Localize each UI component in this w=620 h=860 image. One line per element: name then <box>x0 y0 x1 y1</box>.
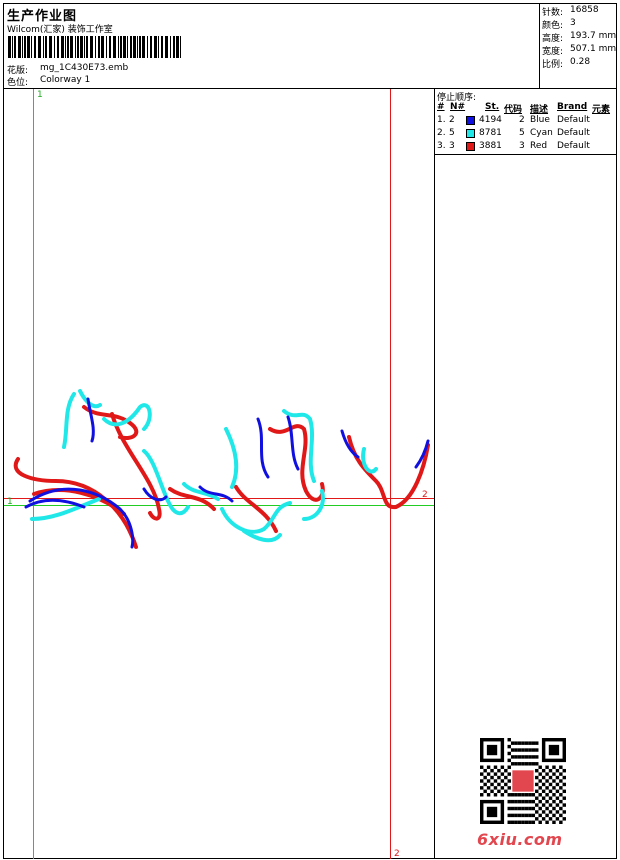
col-header-index: # <box>437 102 445 112</box>
col-header-element: 元素 <box>592 105 611 115</box>
col-header-code: 代码 <box>504 105 523 115</box>
row-stitches: 8781 <box>479 128 502 138</box>
top-green-marker: 1 <box>37 90 43 100</box>
row-needle: 3 <box>449 141 455 151</box>
bottom-red-marker: 2 <box>394 849 400 859</box>
qr-code-icon <box>480 738 566 824</box>
col-header-desc: 描述 <box>530 105 549 115</box>
site-watermark: 6xiu.com <box>477 830 563 849</box>
row-desc: Cyan <box>530 128 553 138</box>
row-needle: 5 <box>449 128 455 138</box>
width-label: 宽度: <box>542 47 564 57</box>
scale-label: 比例: <box>542 60 564 70</box>
row-brand: Default <box>557 128 590 138</box>
row-brand: Default <box>557 141 590 151</box>
left-green-marker: 1 <box>7 497 13 507</box>
stitch-count-value: 16858 <box>570 5 599 15</box>
col-header-brand: Brand <box>557 102 588 112</box>
color-count-value: 3 <box>570 18 576 28</box>
row-stitches: 3881 <box>479 141 502 151</box>
width-value: 507.1 mm <box>570 44 617 54</box>
stitch-count-label: 针数: <box>542 8 564 18</box>
table-row: 3. 3 3881 3 Red Default <box>435 141 617 154</box>
colorway-label: 色位: <box>7 78 29 88</box>
row-brand: Default <box>557 115 590 125</box>
row-index: 1. <box>437 115 446 125</box>
colorway-value: Colorway 1 <box>40 75 91 85</box>
barcode-icon <box>8 36 181 58</box>
col-header-needle: N# <box>450 102 466 112</box>
row-needle: 2 <box>449 115 455 125</box>
red-stitch-layer <box>13 405 430 549</box>
row-index: 2. <box>437 128 446 138</box>
right-red-marker: 2 <box>422 490 428 500</box>
embroidery-design-preview: 1 1 2 2 <box>4 89 434 859</box>
scale-value: 0.28 <box>570 57 591 67</box>
cyan-stitch-layer <box>30 389 378 543</box>
panel-divider <box>434 89 435 859</box>
row-code: 2 <box>519 115 525 125</box>
row-desc: Red <box>530 141 548 151</box>
color-swatch <box>466 116 475 125</box>
row-stitches: 4194 <box>479 115 502 125</box>
table-row: 2. 5 8781 5 Cyan Default <box>435 128 617 141</box>
row-code: 5 <box>519 128 525 138</box>
color-swatch <box>466 142 475 151</box>
col-header-stitches: St. <box>485 102 500 112</box>
height-value: 193.7 mm <box>570 31 617 41</box>
row-code: 3 <box>519 141 525 151</box>
table-row: 1. 2 4194 2 Blue Default <box>435 115 617 128</box>
color-count-label: 颜色: <box>542 21 564 31</box>
color-swatch <box>466 129 475 138</box>
header-stats-divider <box>539 3 540 89</box>
height-label: 高度: <box>542 34 564 44</box>
company-name: Wilcom(汇家) 装饰工作室 <box>7 25 113 35</box>
row-index: 3. <box>437 141 446 151</box>
row-desc: Blue <box>530 115 550 125</box>
design-file-value: mg_1C430E73.emb <box>40 63 129 73</box>
